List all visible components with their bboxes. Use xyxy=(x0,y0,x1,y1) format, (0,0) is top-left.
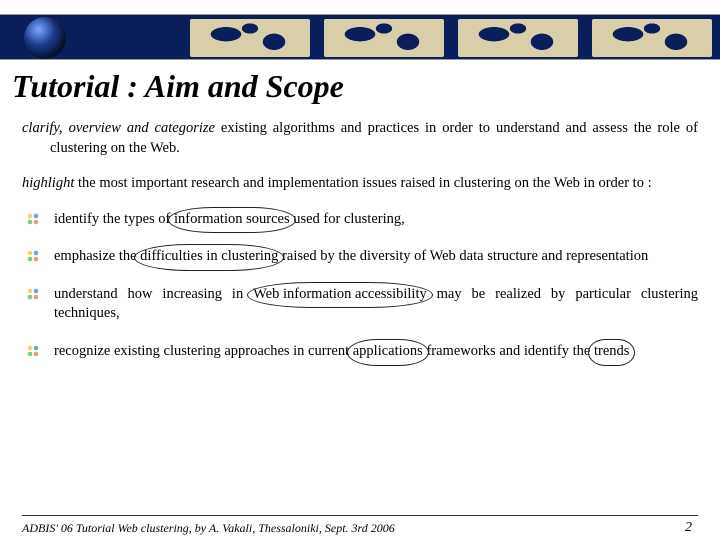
map-tile xyxy=(458,19,578,57)
lead-word: highlight xyxy=(22,175,74,191)
circled-term-trends: trends xyxy=(594,342,629,362)
lead-word: clarify, overview and categorize xyxy=(22,120,215,136)
globe-icon xyxy=(24,17,66,59)
bullet-text: used for clustering, xyxy=(290,211,405,227)
bullet-text: frameworks and identify the xyxy=(423,343,594,359)
circled-term-difficulties: difficulties in clustering xyxy=(140,247,278,267)
circled-term-accessibility: Web information accessibility xyxy=(253,285,427,305)
footer-source: ADBIS' 06 Tutorial Web clustering, by A.… xyxy=(22,521,395,536)
header-banner xyxy=(0,14,720,60)
bullet-text: understand how increasing in xyxy=(54,286,253,302)
slide-body: clarify, overview and categorize existin… xyxy=(0,119,720,362)
bullet-text: emphasize the xyxy=(54,248,140,264)
map-tile xyxy=(190,19,310,57)
paragraph-highlight: highlight the most important research an… xyxy=(22,174,698,194)
world-map-strip xyxy=(190,19,720,57)
list-item: emphasize the difficulties in clustering… xyxy=(50,247,698,267)
paragraph-text: the most important research and implemen… xyxy=(74,175,651,191)
map-tile xyxy=(324,19,444,57)
page-number: 2 xyxy=(685,520,698,536)
list-item: recognize existing clustering approaches… xyxy=(50,342,698,362)
circled-term-applications: applications xyxy=(353,342,423,362)
list-item: identify the types of information source… xyxy=(50,210,698,230)
slide-footer: ADBIS' 06 Tutorial Web clustering, by A.… xyxy=(22,515,698,536)
paragraph-clarify: clarify, overview and categorize existin… xyxy=(22,119,698,158)
bullet-text: identify the types of xyxy=(54,211,174,227)
list-item: understand how increasing in Web informa… xyxy=(50,285,698,324)
bullet-text: raised by the diversity of Web data stru… xyxy=(278,248,648,264)
map-tile xyxy=(592,19,712,57)
slide-title: Tutorial : Aim and Scope xyxy=(12,68,720,105)
bullet-list: identify the types of information source… xyxy=(22,210,698,362)
bullet-text: recognize existing clustering approaches… xyxy=(54,343,353,359)
circled-term-information-sources: information sources xyxy=(174,210,290,230)
